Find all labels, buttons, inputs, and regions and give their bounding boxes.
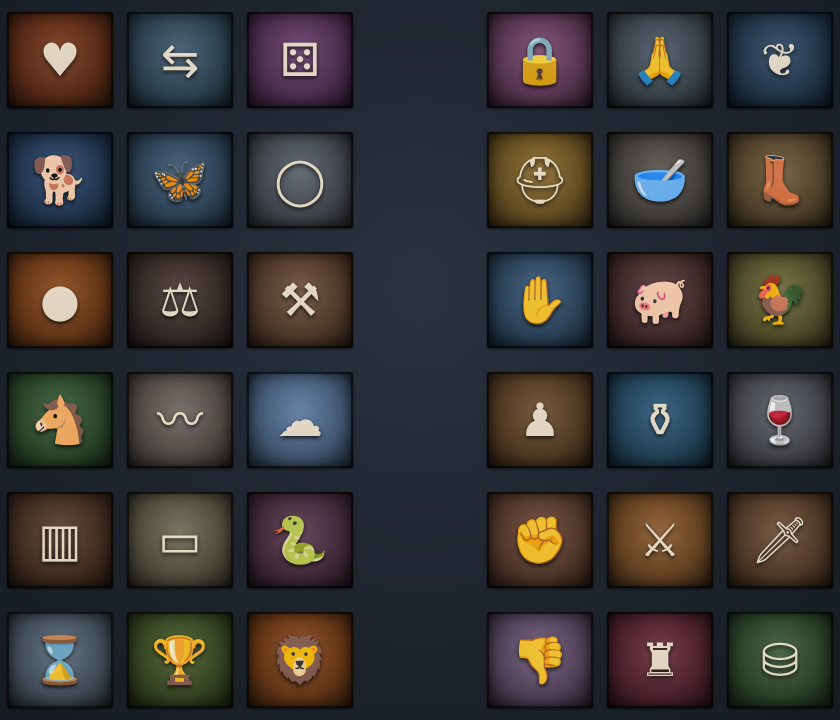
robed-figure-icon: ♜ xyxy=(639,633,681,687)
perk-tile-dog[interactable]: 🐕 xyxy=(7,132,113,228)
dog-icon: 🐕 xyxy=(31,153,89,207)
signpost-icon: ⇆ xyxy=(160,33,200,87)
pig-icon: 🐖 xyxy=(631,273,689,327)
perk-tile-snake[interactable]: 🐍 xyxy=(247,492,353,588)
chalice-icon: 🏆 xyxy=(151,633,209,687)
perk-tile-bald-head[interactable]: ● xyxy=(7,252,113,348)
perk-tile-gold-coins[interactable]: ⛁ xyxy=(727,612,833,708)
perk-tile-ring[interactable]: ◯ xyxy=(247,132,353,228)
perk-tile-fallen-soldier[interactable]: ⚔ xyxy=(607,492,713,588)
thumbs-down-icon: 👎 xyxy=(511,633,569,687)
hammer-icon: ⚒ xyxy=(279,273,321,327)
perk-tile-bowl-spoon[interactable]: 🥣 xyxy=(607,132,713,228)
perk-icon-grid: ♥ ⇆ ⚄ 🔒 🙏 ❦ 🐕 🦋 ◯ ⛑ 🥣 👢 ● ⚖ ⚒ ✋ 🐖 🐓 🐴 〰 ☁ ♟ ⚱ 🍷 ▥ ▭ 🐍 ✊ ⚔ 🗡 ⌛ 🏆 🦁 👎 ♜ ⛁ xyxy=(0,0,840,720)
dagger-icon: 🗡 xyxy=(750,513,810,567)
perk-tile-boots[interactable]: 👢 xyxy=(727,132,833,228)
perk-tile-gauntlet-fist[interactable]: ✊ xyxy=(487,492,593,588)
perk-tile-dice[interactable]: ⚄ xyxy=(247,12,353,108)
perk-tile-hand-on-chest[interactable]: ✋ xyxy=(487,252,593,348)
perk-tile-pillow[interactable]: ▭ xyxy=(127,492,233,588)
chicken-icon: 🐓 xyxy=(751,273,809,327)
perk-tile-thumbs-down[interactable]: 👎 xyxy=(487,612,593,708)
perk-tile-dagger[interactable]: 🗡 xyxy=(727,492,833,588)
perk-tile-donkey[interactable]: 🐴 xyxy=(7,372,113,468)
perk-tile-lion[interactable]: 🦁 xyxy=(247,612,353,708)
boots-icon: 👢 xyxy=(751,153,809,207)
pillow-icon: ▭ xyxy=(158,513,202,567)
perk-tile-padlocks[interactable]: 🔒 xyxy=(487,12,593,108)
gold-coins-icon: ⛁ xyxy=(760,633,800,687)
praying-hands-icon: 🙏 xyxy=(631,33,689,87)
perk-tile-chalice[interactable]: 🏆 xyxy=(127,612,233,708)
perk-tile-hourglass[interactable]: ⌛ xyxy=(7,612,113,708)
snake-icon: 🐍 xyxy=(271,513,329,567)
perk-tile-face-behind-bars[interactable]: ▥ xyxy=(7,492,113,588)
face-behind-bars-icon: ▥ xyxy=(38,513,82,567)
perk-tile-robed-figure[interactable]: ♜ xyxy=(607,612,713,708)
lion-icon: 🦁 xyxy=(271,633,329,687)
dice-icon: ⚄ xyxy=(280,33,320,87)
gauntlet-fist-icon: ✊ xyxy=(511,513,569,567)
perk-tile-pig[interactable]: 🐖 xyxy=(607,252,713,348)
donkey-icon: 🐴 xyxy=(31,393,89,447)
bowl-spoon-icon: 🥣 xyxy=(631,153,689,207)
hand-on-chest-icon: ✋ xyxy=(511,273,569,327)
bald-head-icon: ● xyxy=(39,273,81,327)
perk-tile-whip[interactable]: 〰 xyxy=(127,372,233,468)
perk-tile-signpost[interactable]: ⇆ xyxy=(127,12,233,108)
flaming-heart-icon: ♥ xyxy=(39,33,81,87)
pawn-icon: ♟ xyxy=(519,393,561,447)
olive-branch-icon: ❦ xyxy=(760,33,800,87)
whip-icon: 〰 xyxy=(157,393,203,447)
perk-tile-fallen-helmet[interactable]: ⛑ xyxy=(487,132,593,228)
perk-tile-pawn[interactable]: ♟ xyxy=(487,372,593,468)
perk-tile-coin-pot[interactable]: ⚱ xyxy=(607,372,713,468)
clouds-icon: ☁ xyxy=(277,393,323,447)
padlocks-icon: 🔒 xyxy=(511,33,569,87)
perk-tile-hammer[interactable]: ⚒ xyxy=(247,252,353,348)
scales-icon: ⚖ xyxy=(159,273,201,327)
fallen-soldier-icon: ⚔ xyxy=(639,513,681,567)
perk-tile-goblets[interactable]: 🍷 xyxy=(727,372,833,468)
perk-tile-praying-hands[interactable]: 🙏 xyxy=(607,12,713,108)
butterfly-icon: 🦋 xyxy=(151,153,209,207)
ring-icon: ◯ xyxy=(274,153,326,207)
perk-tile-olive-branch[interactable]: ❦ xyxy=(727,12,833,108)
hourglass-icon: ⌛ xyxy=(31,633,89,687)
coin-pot-icon: ⚱ xyxy=(640,393,680,447)
perk-tile-flaming-heart[interactable]: ♥ xyxy=(7,12,113,108)
perk-tile-clouds[interactable]: ☁ xyxy=(247,372,353,468)
goblets-icon: 🍷 xyxy=(751,393,809,447)
perk-tile-butterfly[interactable]: 🦋 xyxy=(127,132,233,228)
fallen-helmet-icon: ⛑ xyxy=(510,153,570,207)
perk-tile-scales[interactable]: ⚖ xyxy=(127,252,233,348)
perk-tile-chicken[interactable]: 🐓 xyxy=(727,252,833,348)
